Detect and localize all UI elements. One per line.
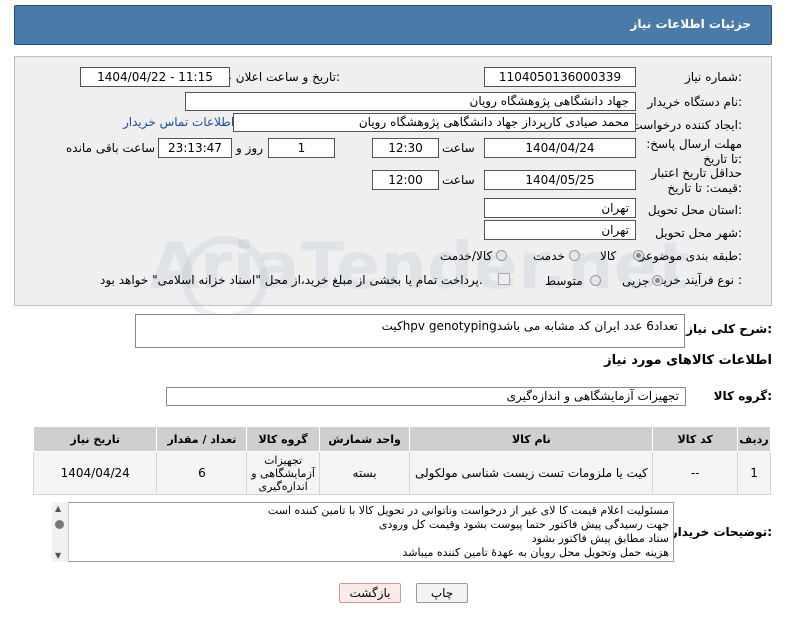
items-table: ردیف کد کالا نام کالا واحد شمارش گروه کا… — [32, 426, 771, 495]
creator-field: محمد صیادی کارپرداز جهاد دانشگاهی پژوهشگ… — [233, 113, 636, 132]
treasury-note: پرداخت تمام یا بخشی از مبلغ خرید،از محل … — [100, 273, 483, 287]
buyer-notes-label: توضیحات خریدار: — [670, 525, 772, 539]
category-option-goods: کالا — [600, 249, 617, 263]
category-radio-service[interactable] — [569, 250, 580, 261]
scroll-thumb[interactable] — [55, 520, 64, 529]
days-field: 1 — [268, 138, 335, 158]
contact-buyer-link[interactable]: اطلاعات تماس خریدار — [123, 115, 234, 129]
creator-label: ایجاد کننده درخواست: — [631, 118, 742, 132]
col-header-unit: واحد شمارش — [318, 426, 411, 452]
validity-date-field: 1404/05/25 — [484, 170, 636, 190]
city-field: تهران — [484, 220, 636, 240]
remaining-time-field: 23:13:47 — [158, 138, 232, 158]
goods-group-field: تجهیزات آزمایشگاهی و اندازه‌گیری — [166, 387, 686, 406]
cell-group: تجهیزات آزمایشگاهی و اندازه‌گیری — [246, 451, 320, 495]
table-header-row: ردیف کد کالا نام کالا واحد شمارش گروه کا… — [32, 426, 771, 452]
deadline-time-field: 12:30 — [372, 138, 439, 158]
buyer-org-field: جهاد دانشگاهی پژوهشگاه رویان — [185, 92, 636, 111]
validity-time-label: ساعت — [442, 173, 475, 187]
note-line: مسئولیت اعلام قیمت کا لای غیر از درخواست… — [267, 504, 669, 517]
col-header-index: ردیف — [737, 426, 771, 452]
deadline-date-field: 1404/04/24 — [484, 138, 636, 158]
announce-field: 1404/04/22 - 11:15 — [80, 67, 230, 87]
back-button[interactable]: بازگشت — [339, 583, 401, 603]
cell-unit: بسته — [318, 451, 411, 495]
cell-index: 1 — [737, 451, 771, 495]
goods-group-label: گروه کالا: — [713, 389, 772, 403]
process-radio-minor[interactable] — [652, 275, 663, 286]
page-title: جزئیات اطلاعات نیاز — [630, 17, 751, 31]
table-row: 1 -- کیت یا ملزومات تست زیست شناسی مولکو… — [32, 451, 771, 495]
province-label: استان محل تحویل: — [647, 203, 742, 217]
notes-scrollbar[interactable]: ▲ ▼ — [52, 502, 69, 562]
note-line: ستاد مطابق پیش فاکتور بشود — [531, 532, 669, 545]
page-header: جزئیات اطلاعات نیاز — [14, 5, 772, 45]
buyer-notes-field: مسئولیت اعلام قیمت کا لای غیر از درخواست… — [52, 502, 674, 562]
buyer-org-label: نام دستگاه خریدار: — [647, 95, 743, 109]
col-header-group: گروه کالا — [246, 426, 320, 452]
note-line: هزینه حمل وتحویل محل رویان به عهدهٔ تامی… — [402, 546, 669, 559]
deadline-label: مهلت ارسال پاسخ: تا تاریخ: — [646, 137, 742, 166]
category-radio-goods[interactable] — [633, 250, 644, 261]
general-desc-label: شرح کلی نیاز: — [686, 322, 772, 336]
print-button[interactable]: چاپ — [416, 583, 468, 603]
days-label: روز و — [236, 141, 263, 155]
col-header-code: کد کالا — [652, 426, 739, 452]
goods-section-title: اطلاعات کالاهای مورد نیاز — [604, 353, 772, 368]
need-number-label: شماره نیاز: — [684, 70, 742, 84]
process-label: نوع فرآیند خرید : — [657, 273, 742, 287]
cell-date: 1404/04/24 — [32, 451, 158, 495]
col-header-date: تاریخ نیاز — [32, 426, 158, 452]
process-radio-medium[interactable] — [590, 275, 601, 286]
category-option-service: خدمت — [533, 249, 565, 263]
category-radio-both[interactable] — [496, 250, 507, 261]
watermark: AriaTender.net — [150, 230, 690, 304]
validity-time-field: 12:00 — [372, 170, 439, 190]
deadline-time-label: ساعت — [442, 141, 475, 155]
treasury-checkbox[interactable] — [498, 273, 510, 285]
scroll-up-icon[interactable]: ▲ — [55, 504, 61, 513]
city-label: شهر محل تحویل: — [655, 226, 742, 240]
cell-name: کیت یا ملزومات تست زیست شناسی مولکولی — [409, 451, 654, 495]
process-option-medium: متوسط — [545, 274, 583, 288]
process-option-minor: جزیی — [622, 274, 650, 288]
cell-code: -- — [652, 451, 739, 495]
note-line: جهت رسیدگی پیش فاکتور حتما پیوست بشود وق… — [378, 518, 669, 531]
general-desc-field: کیتhpv genotypingتعداد6 عدد ایران کد مشا… — [135, 314, 685, 348]
col-header-name: نام کالا — [409, 426, 654, 452]
need-number-field: 1104050136000339 — [484, 67, 636, 87]
category-option-both: کالا/خدمت — [440, 249, 493, 263]
province-field: تهران — [484, 198, 636, 218]
validity-label: حداقل تاریخ اعتبار قیمت: تا تاریخ: — [651, 166, 742, 195]
col-header-qty: تعداد / مقدار — [156, 426, 248, 452]
scroll-down-icon[interactable]: ▼ — [55, 551, 61, 560]
remaining-label: ساعت باقی مانده — [66, 141, 156, 155]
category-label: طبقه بندی موضوعی: — [635, 249, 742, 263]
cell-qty: 6 — [156, 451, 248, 495]
